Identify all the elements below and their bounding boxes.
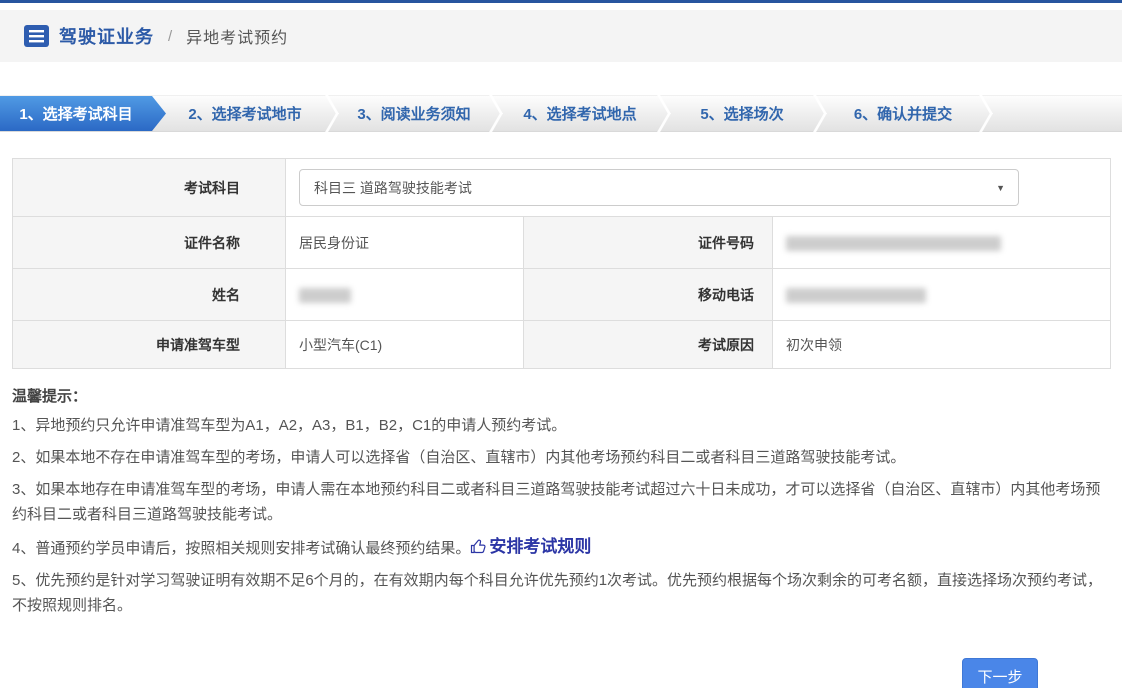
step-label: 2、选择考试地市 — [188, 103, 301, 124]
vehicle-type-label: 申请准驾车型 — [13, 321, 286, 369]
top-accent-line — [0, 0, 1122, 3]
step-bar-filler — [994, 96, 1122, 131]
page-title: 驾驶证业务 — [59, 23, 154, 49]
step-1-select-subject[interactable]: 1、选择考试科目 — [0, 96, 166, 131]
vehicle-type-value: 小型汽车(C1) — [286, 321, 524, 369]
thumbs-up-icon — [470, 538, 487, 555]
tips-section: 温馨提示： 1、异地预约只允许申请准驾车型为A1，A2，A3，B1，B2，C1的… — [12, 385, 1110, 618]
breadcrumb-separator: / — [168, 28, 172, 45]
table-row: 考试科目 科目三 道路驾驶技能考试 ▼ — [13, 159, 1111, 217]
mobile-label: 移动电话 — [524, 269, 773, 321]
tip-item-1: 1、异地预约只允许申请准驾车型为A1，A2，A3，B1，B2，C1的申请人预约考… — [12, 413, 1110, 438]
table-row: 证件名称 居民身份证 证件号码 — [13, 217, 1111, 269]
mobile-value — [773, 269, 1111, 321]
exam-subject-label: 考试科目 — [13, 159, 286, 217]
redacted-name — [299, 288, 351, 303]
tip-item-3: 3、如果本地存在申请准驾车型的考场，申请人需在本地预约科目二或者科目三道路驾驶技… — [12, 477, 1110, 527]
next-step-button[interactable]: 下一步 — [962, 658, 1038, 688]
cert-number-label: 证件号码 — [524, 217, 773, 269]
name-value — [286, 269, 524, 321]
cert-number-value — [773, 217, 1111, 269]
tip-item-2: 2、如果本地不存在申请准驾车型的考场，申请人可以选择省（自治区、直辖市）内其他考… — [12, 445, 1110, 470]
table-row: 申请准驾车型 小型汽车(C1) 考试原因 初次申领 — [13, 321, 1111, 369]
step-chevron-separator — [656, 96, 672, 131]
redacted-cert-number — [786, 236, 1001, 251]
exam-subject-cell: 科目三 道路驾驶技能考试 ▼ — [286, 159, 1111, 217]
tip-item-4: 4、普通预约学员申请后，按照相关规则安排考试确认最终预约结果。 安排考试规则 — [12, 534, 1110, 561]
step-chevron-separator — [488, 96, 504, 131]
cert-name-value: 居民身份证 — [286, 217, 524, 269]
breadcrumb-header: 驾驶证业务 / 异地考试预约 — [0, 10, 1122, 62]
exam-rules-link[interactable]: 安排考试规则 — [470, 534, 591, 559]
step-3-read-notice[interactable]: 3、阅读业务须知 — [340, 96, 488, 131]
exam-reason-value: 初次申领 — [773, 321, 1111, 369]
name-label: 姓名 — [13, 269, 286, 321]
tip-item-5: 5、优先预约是针对学习驾驶证明有效期不足6个月的，在有效期内每个科目允许优先预约… — [12, 568, 1110, 618]
step-label: 4、选择考试地点 — [523, 103, 636, 124]
step-label: 3、阅读业务须知 — [357, 103, 470, 124]
table-row: 姓名 移动电话 — [13, 269, 1111, 321]
exam-subject-select[interactable]: 科目三 道路驾驶技能考试 ▼ — [299, 169, 1019, 206]
footer-actions: 下一步 — [0, 658, 1122, 688]
step-4-select-location[interactable]: 4、选择考试地点 — [504, 96, 656, 131]
step-label: 6、确认并提交 — [854, 103, 952, 124]
exam-rules-link-label: 安排考试规则 — [489, 534, 591, 559]
list-icon — [24, 25, 49, 47]
tips-title: 温馨提示： — [12, 385, 1110, 406]
step-2-select-city[interactable]: 2、选择考试地市 — [166, 96, 324, 131]
chevron-down-icon: ▼ — [996, 183, 1005, 193]
exam-subject-selected-value: 科目三 道路驾驶技能考试 — [314, 178, 472, 198]
step-5-select-session[interactable]: 5、选择场次 — [672, 96, 812, 131]
step-chevron-separator — [324, 96, 340, 131]
cert-name-label: 证件名称 — [13, 217, 286, 269]
breadcrumb-current: 异地考试预约 — [186, 24, 288, 48]
step-label: 1、选择考试科目 — [19, 103, 132, 124]
applicant-info-table: 考试科目 科目三 道路驾驶技能考试 ▼ 证件名称 居民身份证 证件号码 姓名 移… — [12, 158, 1111, 369]
exam-reason-label: 考试原因 — [524, 321, 773, 369]
step-chevron-separator — [978, 96, 994, 131]
step-chevron-separator — [812, 96, 828, 131]
tip-item-4-text: 4、普通预约学员申请后，按照相关规则安排考试确认最终预约结果。 — [12, 540, 470, 557]
step-6-confirm-submit[interactable]: 6、确认并提交 — [828, 96, 978, 131]
step-wizard-bar: 1、选择考试科目 2、选择考试地市 3、阅读业务须知 4、选择考试地点 5、选择… — [0, 95, 1122, 132]
step-label: 5、选择场次 — [700, 103, 783, 124]
redacted-mobile — [786, 288, 926, 303]
